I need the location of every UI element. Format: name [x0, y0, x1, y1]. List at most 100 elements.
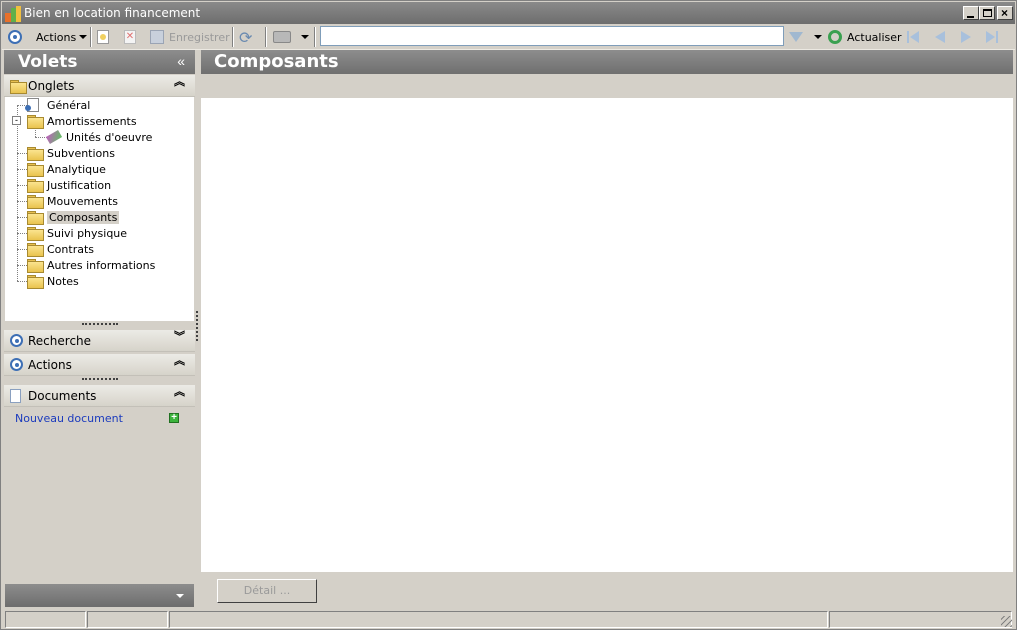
tree-item-mouvements[interactable]: Mouvements — [27, 193, 118, 209]
tree-item-justification[interactable]: Justification — [27, 177, 111, 193]
folder-icon — [27, 163, 44, 177]
tree-item-contrats[interactable]: Contrats — [27, 241, 94, 257]
title-bar[interactable]: Bien en location financement × — [2, 2, 1015, 24]
tree-line — [17, 169, 27, 170]
search-input[interactable] — [320, 26, 784, 46]
next-record-icon[interactable] — [959, 30, 973, 44]
close-button[interactable]: × — [997, 6, 1013, 20]
status-panel — [169, 611, 828, 628]
target-icon — [8, 30, 22, 44]
content-area[interactable] — [201, 98, 1013, 572]
tree-item-label: Mouvements — [47, 194, 118, 208]
filter-dropdown[interactable] — [811, 28, 822, 46]
filter-button[interactable] — [789, 28, 803, 46]
open-folder-icon — [27, 211, 44, 225]
panel-splitter[interactable] — [196, 311, 198, 341]
page-title: Composants — [214, 51, 339, 72]
minimize-button[interactable] — [963, 6, 979, 20]
filter-icon — [789, 32, 803, 42]
last-record-icon[interactable] — [985, 30, 999, 44]
tree-item-analytique[interactable]: Analytique — [27, 161, 106, 177]
tree-item-label: Suivi physique — [47, 226, 128, 240]
tree-line — [17, 233, 27, 234]
actions-menu-icon[interactable] — [8, 28, 22, 46]
folder-icon — [27, 179, 44, 193]
new-button[interactable] — [97, 28, 109, 46]
tree-item-suivi-physique[interactable]: Suivi physique — [27, 225, 127, 241]
collapse-panel-icon[interactable]: « — [177, 53, 185, 69]
recherche-label: Recherche — [28, 334, 92, 348]
print-dropdown[interactable] — [298, 28, 309, 46]
tree-line — [17, 249, 27, 250]
print-button[interactable] — [273, 28, 291, 46]
panel-footer[interactable] — [5, 584, 194, 607]
tree-line — [17, 153, 27, 154]
tree-item-label: Autres informations — [47, 258, 156, 272]
tree-item-composants[interactable]: Composants — [27, 209, 120, 225]
new-document-link[interactable]: Nouveau document — [15, 412, 123, 425]
save-button[interactable]: Enregistrer — [150, 28, 230, 46]
maximize-button[interactable] — [979, 6, 995, 20]
status-panel — [829, 611, 1012, 628]
tree-item-general[interactable]: Général — [25, 97, 91, 113]
folder-icon — [27, 195, 44, 209]
caret-down-icon — [79, 35, 88, 39]
toolbar-separator — [265, 27, 267, 47]
recherche-section-header[interactable]: Recherche ︾ — [4, 330, 195, 352]
double-chevron-up-icon[interactable]: ︽ — [174, 387, 185, 398]
actions-menu-label: Actions — [36, 30, 77, 44]
status-panel — [87, 611, 168, 628]
previous-record-icon[interactable] — [933, 30, 947, 44]
content-header: Composants — [201, 50, 1013, 74]
save-icon — [150, 30, 164, 44]
toolbar-separator — [232, 27, 234, 47]
caret-down-icon — [301, 35, 309, 39]
panel-resize-grip[interactable] — [82, 323, 118, 326]
app-icon — [5, 6, 21, 22]
tree-item-autres-informations[interactable]: Autres informations — [27, 257, 155, 273]
resize-grip-icon[interactable] — [1001, 616, 1012, 627]
double-chevron-up-icon[interactable]: ︽ — [174, 356, 185, 367]
toolbar-separator — [314, 27, 316, 47]
target-icon — [10, 334, 23, 347]
sync-button[interactable]: ⟳ — [239, 27, 253, 47]
documents-label: Documents — [28, 389, 97, 403]
tree-item-label: Subventions — [47, 146, 115, 160]
collapse-node-icon[interactable]: - — [12, 116, 21, 125]
documents-section-header[interactable]: Documents ︽ — [4, 385, 195, 407]
tabs-tree: Général - Amortissements Unités d'oeuvre… — [5, 97, 194, 321]
folder-icon — [27, 259, 44, 273]
folder-icon — [10, 80, 27, 94]
tree-item-subventions[interactable]: Subventions — [27, 145, 115, 161]
tree-item-notes[interactable]: Notes — [27, 273, 79, 289]
first-record-icon[interactable] — [906, 30, 920, 44]
double-chevron-down-icon[interactable]: ︾ — [174, 332, 185, 343]
target-icon — [10, 358, 23, 371]
tree-item-label: Général — [47, 98, 91, 112]
actions-menu-button[interactable]: Actions — [36, 28, 88, 46]
tree-line — [17, 185, 27, 186]
detail-button[interactable]: Détail ... — [217, 579, 317, 603]
sync-icon: ⟳ — [239, 27, 253, 47]
delete-button[interactable]: ✕ — [124, 28, 136, 46]
onglets-section-header[interactable]: Onglets ︽ — [4, 75, 195, 97]
folder-icon — [27, 243, 44, 257]
tree-item-unites-oeuvre[interactable]: Unités d'oeuvre — [45, 129, 153, 145]
double-chevron-up-icon[interactable]: ︽ — [174, 77, 185, 88]
add-icon[interactable]: + — [169, 413, 179, 423]
settings-document-icon — [25, 98, 39, 112]
tree-item-label: Justification — [47, 178, 112, 192]
actions-section-header[interactable]: Actions ︽ — [4, 354, 195, 376]
save-label: Enregistrer — [169, 30, 230, 44]
new-document-icon — [97, 30, 109, 44]
caret-down-icon — [176, 594, 184, 598]
panel-resize-grip[interactable] — [82, 378, 118, 381]
printer-icon — [273, 31, 291, 43]
folder-icon — [27, 227, 44, 241]
refresh-button[interactable]: Actualiser — [828, 28, 902, 46]
tree-item-amortissements[interactable]: Amortissements — [27, 113, 137, 129]
tree-item-label: Unités d'oeuvre — [66, 130, 153, 144]
delete-icon: ✕ — [124, 30, 136, 44]
panels-title: Volets — [18, 52, 78, 72]
toolbar: Actions ✕ Enregistrer ⟳ Actualiser — [2, 24, 1015, 50]
